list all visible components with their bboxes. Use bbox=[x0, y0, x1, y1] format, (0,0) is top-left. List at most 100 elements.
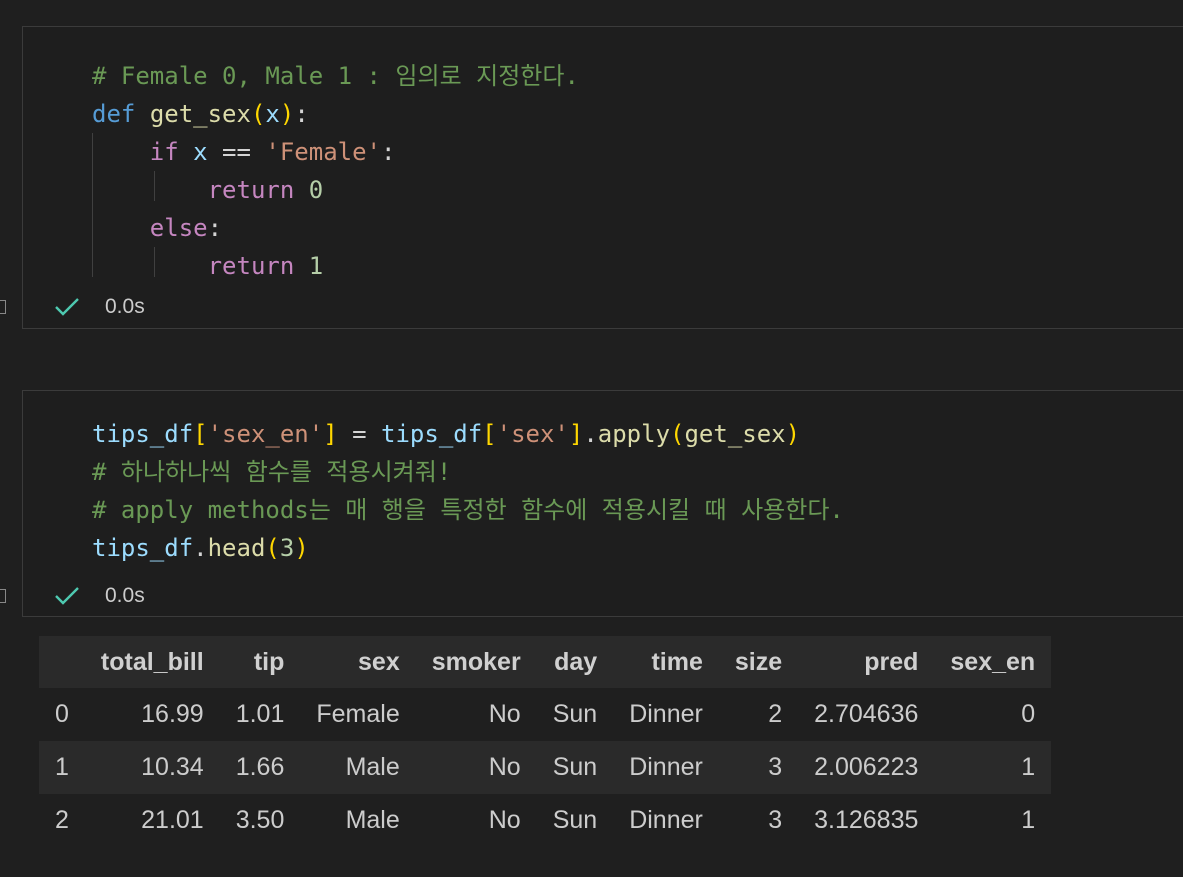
column-header: time bbox=[613, 636, 719, 688]
code-line: # apply methods는 매 행을 특정한 함수에 적용시킬 때 사용한… bbox=[92, 491, 844, 529]
column-header: sex bbox=[300, 636, 416, 688]
code-line: # 하나하나씩 함수를 적용시켜줘! bbox=[92, 453, 844, 491]
code-token: ( bbox=[670, 420, 685, 448]
table-cell: 16.99 bbox=[141, 700, 204, 728]
table-row: 1 10.34 1.66 Male No Sun Dinner 3 2.006223 1 bbox=[39, 741, 1052, 794]
table-cell: Dinner bbox=[629, 806, 703, 834]
code-token: : bbox=[207, 214, 223, 242]
table-cell: Female bbox=[316, 700, 400, 728]
cell-marker bbox=[0, 300, 6, 314]
code-line: return 0 bbox=[92, 171, 579, 209]
check-icon bbox=[55, 587, 79, 605]
code-token: 3 bbox=[279, 534, 295, 562]
code-token: get_sex bbox=[684, 420, 786, 448]
code-token: 'sex_en' bbox=[207, 420, 324, 448]
table-cell: 1 bbox=[934, 741, 1052, 794]
table-cell: No bbox=[488, 700, 521, 728]
code-token: == bbox=[207, 138, 266, 166]
table-cell: No bbox=[415, 741, 537, 794]
code-token: # 하나하나씩 함수를 적용시켜줘! bbox=[92, 458, 452, 486]
execution-time: 0.0s bbox=[105, 295, 145, 318]
table-header-row: total_bill tip sex smoker day time size pred sex… bbox=[39, 636, 1052, 688]
code-token: [ bbox=[482, 420, 497, 448]
table-cell: Sun bbox=[552, 700, 598, 728]
code-token: . bbox=[583, 420, 598, 448]
table-cell: 1.01 bbox=[235, 700, 285, 728]
code-token: : bbox=[294, 100, 309, 128]
execution-status: 0.0s bbox=[53, 584, 145, 608]
table-row: 2 21.01 3.50 Male No Sun Dinner 3 3.126835 1 bbox=[39, 794, 1051, 847]
column-header: smoker bbox=[415, 636, 537, 688]
code-token: ) bbox=[294, 534, 309, 562]
code-token: [ bbox=[193, 420, 208, 448]
table-cell: No bbox=[488, 806, 521, 834]
table-cell: Dinner bbox=[629, 700, 703, 728]
table-cell: Sun bbox=[536, 741, 614, 794]
cell-output: total_bill tip sex smoker day time size pred sex… bbox=[39, 636, 1052, 847]
code-editor[interactable]: tips_df['sex_en'] = tips_df['sex'].apply… bbox=[92, 415, 844, 567]
code-editor[interactable]: # Female 0, Male 1 : 임의로 지정한다. def get_se… bbox=[92, 57, 579, 285]
table-cell: 2 bbox=[768, 700, 783, 728]
table-cell: 1.66 bbox=[219, 741, 301, 794]
table-cell: 3.50 bbox=[235, 806, 285, 834]
table-cell: 10.34 bbox=[84, 741, 220, 794]
code-line: tips_df['sex_en'] = tips_df['sex'].apply… bbox=[92, 415, 844, 453]
code-line: tips_df.head(3) bbox=[92, 529, 844, 567]
code-line: return 1 bbox=[92, 247, 579, 285]
dataframe-table: total_bill tip sex smoker day time size pred sex… bbox=[39, 636, 1052, 847]
code-token: x bbox=[193, 138, 208, 166]
table-cell: Male bbox=[345, 806, 400, 834]
column-header: size bbox=[718, 636, 799, 688]
table-cell: Sun bbox=[552, 806, 598, 834]
table-cell: Male bbox=[300, 741, 416, 794]
code-token: 1 bbox=[308, 252, 324, 280]
code-line: if x == 'Female': bbox=[92, 133, 579, 171]
code-token: : bbox=[381, 138, 396, 166]
code-token: return bbox=[207, 252, 295, 280]
code-token: ) bbox=[279, 100, 295, 128]
code-token: ] bbox=[323, 420, 338, 448]
code-token: get_sex bbox=[149, 100, 251, 128]
code-line: else: bbox=[92, 209, 579, 247]
code-token: ) bbox=[785, 420, 801, 448]
row-index: 2 bbox=[55, 806, 69, 834]
column-header: tip bbox=[219, 636, 301, 688]
table-cell: 0 bbox=[1021, 700, 1036, 728]
code-token: head bbox=[207, 534, 266, 562]
row-index: 0 bbox=[55, 700, 69, 728]
code-token: tips_df bbox=[92, 420, 194, 448]
column-header: day bbox=[536, 636, 614, 688]
column-header: sex_en bbox=[934, 636, 1052, 688]
code-token: = bbox=[337, 420, 382, 448]
column-header: total_bill bbox=[84, 636, 220, 688]
code-line: def get_sex(x): bbox=[92, 95, 579, 133]
code-token: tips_df bbox=[92, 534, 194, 562]
code-token: 0 bbox=[308, 176, 324, 204]
table-cell: 21.01 bbox=[141, 806, 204, 834]
code-token: apply bbox=[597, 420, 671, 448]
code-token: x bbox=[265, 100, 280, 128]
code-token: 'sex' bbox=[496, 420, 569, 448]
table-cell: 1 bbox=[1021, 806, 1036, 834]
check-icon bbox=[55, 298, 79, 316]
code-cell-2[interactable]: tips_df['sex_en'] = tips_df['sex'].apply… bbox=[22, 390, 1183, 617]
code-token: else bbox=[149, 214, 208, 242]
code-token: tips_df bbox=[381, 420, 483, 448]
table-cell: 3.126835 bbox=[814, 806, 919, 834]
table-cell: 3 bbox=[768, 806, 783, 834]
code-token: def bbox=[92, 100, 136, 128]
code-cell-1[interactable]: # Female 0, Male 1 : 임의로 지정한다. def get_se… bbox=[22, 26, 1183, 329]
cell-marker bbox=[0, 589, 6, 603]
execution-status: 0.0s bbox=[53, 295, 145, 319]
code-token: # Female 0, Male 1 : 임의로 지정한다. bbox=[92, 62, 579, 90]
execution-time: 0.0s bbox=[105, 584, 145, 607]
column-header: pred bbox=[798, 636, 935, 688]
code-token: # apply methods는 매 행을 특정한 함수에 적용시킬 때 사용한… bbox=[92, 496, 844, 524]
